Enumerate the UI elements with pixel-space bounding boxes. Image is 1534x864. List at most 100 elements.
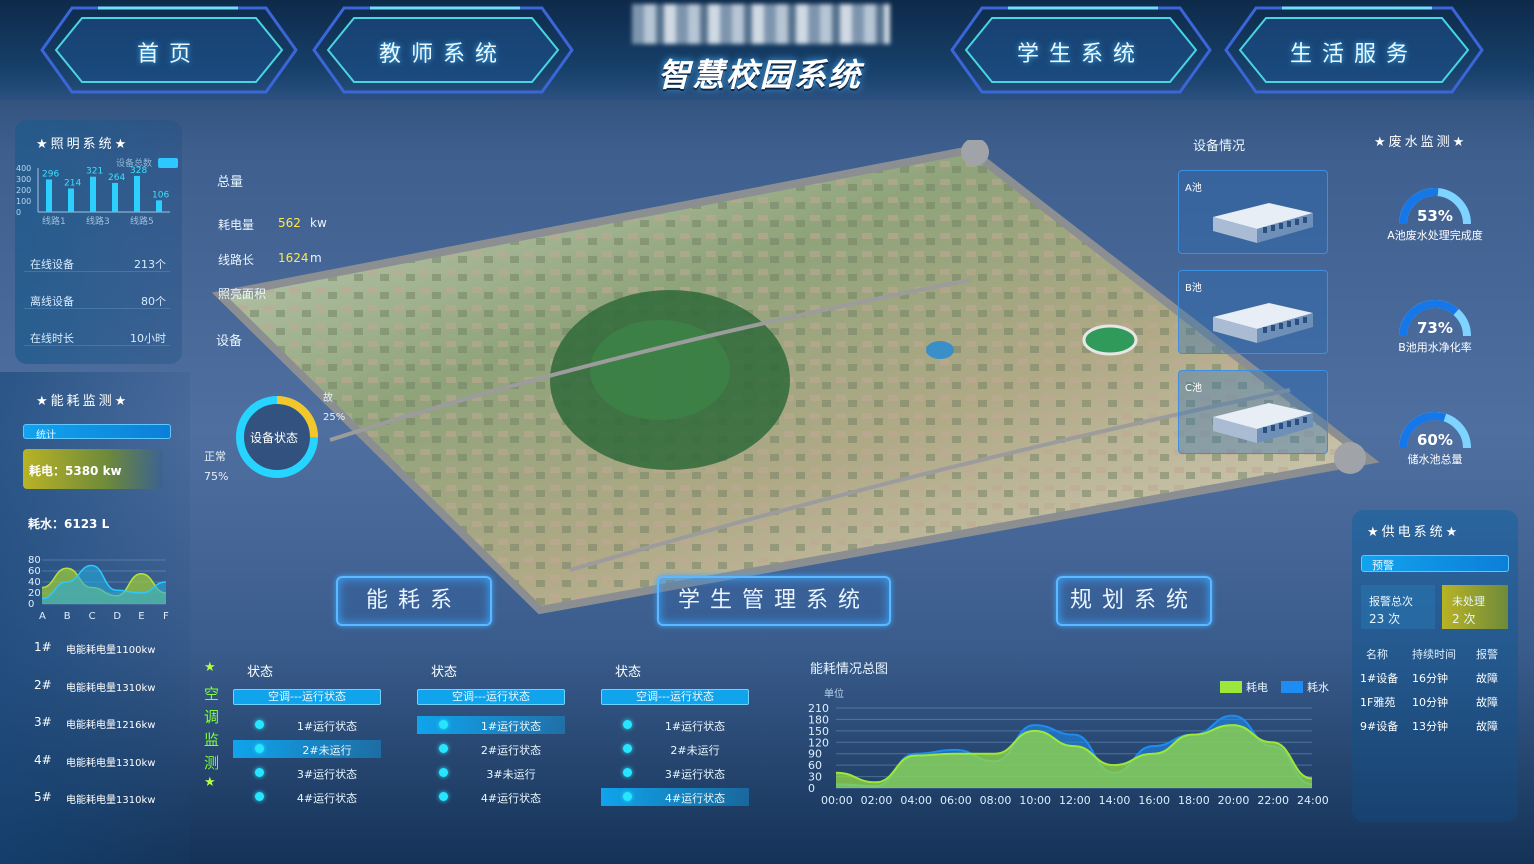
tab-energy-system[interactable]: 能耗系 xyxy=(336,576,492,626)
ac-status-item[interactable]: 2#未运行 xyxy=(233,740,381,758)
ac-status-item[interactable]: 1#运行状态 xyxy=(601,716,749,734)
y-tick-label: 20 xyxy=(28,588,41,599)
bar-value-label: 296 xyxy=(42,169,59,179)
bar-value-label: 321 xyxy=(86,167,103,177)
nav-home-button[interactable]: 首页 xyxy=(38,2,300,98)
ac-status-pill[interactable]: 空调---运行状态 xyxy=(417,689,565,705)
warn-bar[interactable]: 预警 xyxy=(1361,555,1509,572)
status-dot-icon xyxy=(623,768,632,777)
ac-status-item[interactable]: 3#运行状态 xyxy=(601,764,749,782)
y-tick-label: 300 xyxy=(16,175,31,184)
nav-life-button[interactable]: 生活服务 xyxy=(1222,2,1486,98)
x-tick-label: 04:00 xyxy=(900,794,932,807)
alarm-total-value: 23 次 xyxy=(1369,612,1401,626)
x-tick-label: 06:00 xyxy=(940,794,972,807)
device-status-center: 设备状态 xyxy=(250,431,299,445)
gauge-value: 53% xyxy=(1417,207,1453,225)
overview-row-value: 562 xyxy=(278,216,301,230)
tab-planning-system[interactable]: 规划系统 xyxy=(1056,576,1212,626)
ac-status-item[interactable]: 2#运行状态 xyxy=(417,740,565,758)
status-dot-icon xyxy=(623,744,632,753)
pool-card[interactable]: C池 xyxy=(1178,370,1328,454)
table-cell: 10分钟 xyxy=(1412,696,1448,709)
bar xyxy=(112,182,118,212)
x-tick-label: 02:00 xyxy=(861,794,893,807)
lighting-stat-row: 离线设备 80个 xyxy=(24,281,170,309)
overview-row-label: 线路长 xyxy=(218,253,255,267)
nav-life-label: 生活服务 xyxy=(1289,42,1418,67)
nav-student-button[interactable]: 学生系统 xyxy=(948,2,1214,98)
ac-status-item[interactable]: 2#未运行 xyxy=(601,740,749,758)
table-cell: 故障 xyxy=(1476,672,1498,685)
table-row[interactable]: 9#设备 13分钟 故障 xyxy=(1358,716,1508,736)
x-tick-label: 16:00 xyxy=(1138,794,1170,807)
status-dot-icon xyxy=(439,720,448,729)
ac-status-label: 4#运行状态 xyxy=(480,792,542,805)
overview-row: 照亮面积 xyxy=(218,285,338,302)
stat-label: 离线设备 xyxy=(30,295,74,308)
ac-status-item[interactable]: 1#运行状态 xyxy=(417,716,565,734)
ac-status-pill[interactable]: 空调---运行状态 xyxy=(233,689,381,705)
gauge-label: 储水池总量 xyxy=(1407,453,1463,466)
nav-student-label: 学生系统 xyxy=(1016,42,1145,67)
pool-card[interactable]: A池 xyxy=(1178,170,1328,254)
lighting-title: ★照明系统★ xyxy=(36,137,130,152)
ac-status-item[interactable]: 3#未运行 xyxy=(417,764,565,782)
building-window xyxy=(1303,317,1307,323)
building-window xyxy=(1303,217,1307,223)
nav-home-label: 首页 xyxy=(136,42,201,67)
ac-status-head: 状态 xyxy=(615,665,642,680)
x-tick-label: 22:00 xyxy=(1257,794,1289,807)
building-window xyxy=(1303,417,1307,423)
x-tick-label: 12:00 xyxy=(1059,794,1091,807)
ac-status-item[interactable]: 1#运行状态 xyxy=(233,716,381,734)
ac-status-pill[interactable]: 空调---运行状态 xyxy=(601,689,749,705)
table-header: 名称 xyxy=(1366,648,1388,661)
bar xyxy=(134,175,140,212)
energy-list-text: 电能耗电量1310kw xyxy=(66,682,156,694)
y-tick-label: 0 xyxy=(28,599,34,610)
fault-label: 故 xyxy=(323,393,333,404)
alarm-total-card: 报警总次 23 次 xyxy=(1361,585,1435,629)
energy-stat-bar[interactable]: 统计 xyxy=(23,424,171,441)
map-lake xyxy=(926,341,954,359)
tab-student-management[interactable]: 学生管理系统 xyxy=(657,576,891,626)
status-dot-icon xyxy=(255,720,264,729)
overview-row: 耗电量 562 kw xyxy=(218,216,338,233)
x-tick-label: A xyxy=(39,611,46,622)
overview-device-label: 设备 xyxy=(216,334,243,349)
map-stadium xyxy=(1082,324,1138,356)
x-tick-label: 线路5 xyxy=(130,215,154,227)
energy-list-text: 电能耗电量1310kw xyxy=(66,757,156,769)
building-window xyxy=(1263,427,1267,433)
bar xyxy=(68,188,74,212)
y-tick-label: 0 xyxy=(16,208,21,217)
energy-area-chart: 806040200A B C D E F xyxy=(28,555,169,622)
stat-label: 在线设备 xyxy=(30,258,74,271)
building-window xyxy=(1287,321,1291,327)
overview-total-label: 总量 xyxy=(217,175,244,190)
table-cell: 1#设备 xyxy=(1360,672,1399,685)
normal-pct: 75% xyxy=(204,470,229,483)
overview-row-unit: kw xyxy=(310,216,327,230)
table-cell: 16分钟 xyxy=(1412,672,1448,685)
ac-status-item[interactable]: 3#运行状态 xyxy=(233,764,381,782)
y-tick-label: 200 xyxy=(16,186,31,195)
nav-teacher-label: 教师系统 xyxy=(378,42,507,67)
building-window xyxy=(1271,425,1275,431)
table-row[interactable]: 1#设备 16分钟 故障 xyxy=(1358,668,1508,688)
pool-card[interactable]: B池 xyxy=(1178,270,1328,354)
energy-list-index: 2# xyxy=(34,677,52,692)
status-dot-icon xyxy=(255,744,264,753)
table-row[interactable]: 1F雅苑 10分钟 故障 xyxy=(1358,692,1508,712)
stat-value: 213个 xyxy=(134,258,166,271)
fault-pct: 25% xyxy=(323,412,346,423)
ac-status-item[interactable]: 4#运行状态 xyxy=(601,788,749,806)
energy-monitor-title: ★能耗监测★ xyxy=(36,394,130,409)
nav-teacher-button[interactable]: 教师系统 xyxy=(310,2,576,98)
ac-status-item[interactable]: 4#运行状态 xyxy=(233,788,381,806)
legend-power-label: 耗电 xyxy=(1246,681,1268,694)
unhandled-value: 2 次 xyxy=(1452,612,1476,626)
ac-status-item[interactable]: 4#运行状态 xyxy=(417,788,565,806)
status-dot-icon xyxy=(623,720,632,729)
